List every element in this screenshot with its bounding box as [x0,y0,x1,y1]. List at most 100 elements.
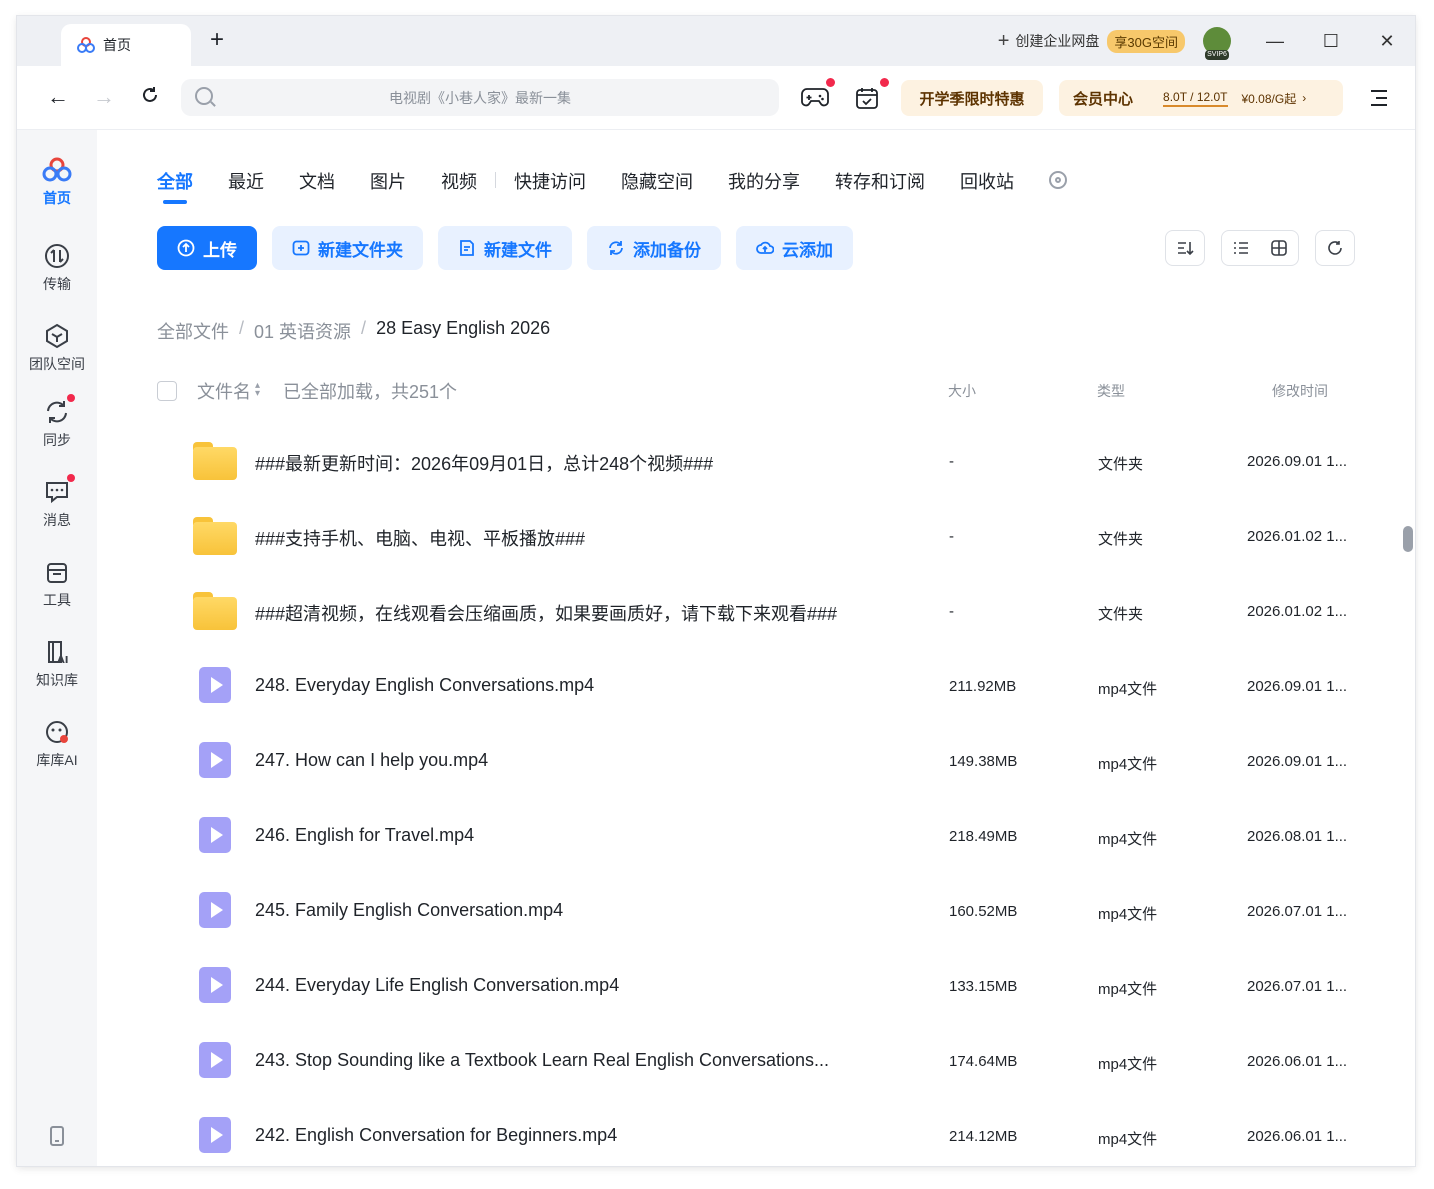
tab-quick-access[interactable]: 快捷访问 [514,168,586,194]
file-size: 149.38MB [949,753,1018,770]
close-button[interactable]: ✕ [1359,31,1415,52]
file-row[interactable]: ###支持手机、电脑、电视、平板播放### - 文件夹 2026.01.02 1… [157,499,1355,574]
reload-button[interactable] [141,84,159,110]
file-time: 2026.07.01 1... [1247,978,1348,995]
file-time: 2026.01.02 1... [1247,603,1348,620]
sidebar: 首页 传输 团队空间 同步 消息 工具 AI 知识库 库库AI [17,130,97,1166]
cube-icon [43,322,71,350]
load-status: 已全部加载，共251个 [283,382,458,402]
upload-button[interactable]: 上传 [157,226,257,270]
tab-transfers-subscriptions[interactable]: 转存和订阅 [835,168,925,194]
game-button[interactable] [801,78,835,112]
size-column-header[interactable]: 大小 [948,381,976,401]
sidebar-item-home[interactable]: 首页 [17,156,97,208]
sort-caret-icon[interactable]: ▴ ▾ [255,381,260,399]
tab-hidden-space[interactable]: 隐藏空间 [621,168,693,194]
sidebar-item-tools[interactable]: 工具 [17,558,97,610]
tab-divider [495,172,496,188]
file-time: 2026.06.01 1... [1247,1128,1348,1145]
forward-button[interactable]: → [93,84,115,110]
cloud-add-button[interactable]: 云添加 [736,226,853,270]
file-row[interactable]: 245. Family English Conversation.mp4 160… [157,874,1355,949]
new-file-button[interactable]: 新建文件 [438,226,572,270]
space-badge[interactable]: 享30G空间 [1107,29,1185,53]
sidebar-item-label: 库库AI [36,752,78,768]
folder-plus-icon [292,240,310,256]
ai-book-icon: AI [43,638,71,666]
file-row[interactable]: 244. Everyday Life English Conversation.… [157,949,1355,1024]
sidebar-item-knowledge[interactable]: AI 知识库 [17,638,97,690]
back-button[interactable]: ← [47,84,69,110]
checkin-button[interactable] [855,78,889,112]
tab-my-shares[interactable]: 我的分享 [728,168,800,194]
avatar[interactable]: SVIP6 [1203,27,1231,60]
new-tab-button[interactable]: + [210,28,224,52]
file-type: mp4文件 [1098,831,1158,848]
refresh-button[interactable] [1315,230,1355,266]
phone-icon[interactable] [50,1126,64,1146]
add-backup-button[interactable]: 添加备份 [587,226,721,270]
tab-settings-icon[interactable] [1049,171,1067,189]
breadcrumb-level1[interactable]: 01 英语资源 [254,318,351,344]
notification-dot [826,78,835,87]
sidebar-item-label: 工具 [43,592,71,608]
bag-icon [43,558,71,586]
file-name: 247. How can I help you.mp4 [255,750,489,770]
list-view-button[interactable] [1222,231,1260,265]
search-input[interactable] [181,89,779,106]
tab-home[interactable]: 首页 [61,24,191,66]
tab-videos[interactable]: 视频 [441,168,477,194]
type-column-header[interactable]: 类型 [1097,381,1125,401]
view-tools [1165,230,1355,266]
tab-recycle-bin[interactable]: 回收站 [960,168,1014,194]
minimize-button[interactable]: — [1247,31,1303,52]
new-folder-button[interactable]: 新建文件夹 [272,226,423,270]
sidebar-item-messages[interactable]: 消息 [17,474,97,530]
file-size: 133.15MB [949,978,1018,995]
plus-icon: + [997,29,1010,52]
file-row[interactable]: 243. Stop Sounding like a Textbook Learn… [157,1024,1355,1099]
list-view-icon [1234,242,1248,254]
file-row[interactable]: ###最新更新时间：2026年09月01日，总计248个视频### - 文件夹 … [157,424,1355,499]
search-icon [195,87,213,105]
vip-center-label: 会员中心 [1073,90,1134,108]
grid-view-button[interactable] [1260,231,1298,265]
search-bar[interactable] [181,79,779,116]
sidebar-item-transfer[interactable]: 传输 [17,242,97,294]
file-row[interactable]: ###超清视频，在线观看会压缩画质，如果要画质好，请下载下来观看### - 文件… [157,574,1355,649]
file-time: 2026.01.02 1... [1247,528,1348,545]
select-all-checkbox[interactable] [157,381,177,401]
sidebar-item-ai[interactable]: 库库AI [17,718,97,770]
name-column-header[interactable]: 文件名 [197,378,251,404]
tab-images[interactable]: 图片 [370,168,406,194]
time-column-header[interactable]: 修改时间 [1272,381,1328,401]
menu-icon[interactable] [1371,90,1387,111]
file-list: ###最新更新时间：2026年09月01日，总计248个视频### - 文件夹 … [157,424,1355,1166]
tab-recent[interactable]: 最近 [228,168,264,194]
sidebar-item-sync[interactable]: 同步 [17,394,97,450]
notification-dot [67,394,75,402]
sync-icon [43,394,75,426]
sidebar-item-label: 知识库 [36,672,78,688]
scrollbar[interactable] [1403,526,1413,552]
tab-docs[interactable]: 文档 [299,168,335,194]
tab-all[interactable]: 全部 [157,168,193,204]
promo-button[interactable]: 开学季限时特惠 [901,80,1043,116]
file-row[interactable]: 246. English for Travel.mp4 218.49MB mp4… [157,799,1355,874]
sort-button[interactable] [1165,230,1205,266]
file-row[interactable]: 248. Everyday English Conversations.mp4 … [157,649,1355,724]
file-row[interactable]: 242. English Conversation for Beginners.… [157,1099,1355,1166]
video-file-icon [193,667,237,707]
vip-center-button[interactable]: 会员中心 8.0T / 12.0T ¥0.08/G起 › [1059,80,1343,116]
file-type: mp4文件 [1098,1056,1158,1073]
maximize-button[interactable]: ☐ [1303,31,1359,52]
sidebar-item-team-space[interactable]: 团队空间 [17,322,97,374]
file-name: ###最新更新时间：2026年09月01日，总计248个视频### [255,454,714,474]
avatar-level-badge: SVIP6 [1205,50,1229,60]
sort-icon [1178,242,1194,256]
create-enterprise-link[interactable]: + 创建企业网盘 [998,30,1100,53]
file-row[interactable]: 247. How can I help you.mp4 149.38MB mp4… [157,724,1355,799]
transfer-icon [43,242,71,270]
home-logo-icon [42,156,72,184]
breadcrumb-root[interactable]: 全部文件 [157,318,229,344]
